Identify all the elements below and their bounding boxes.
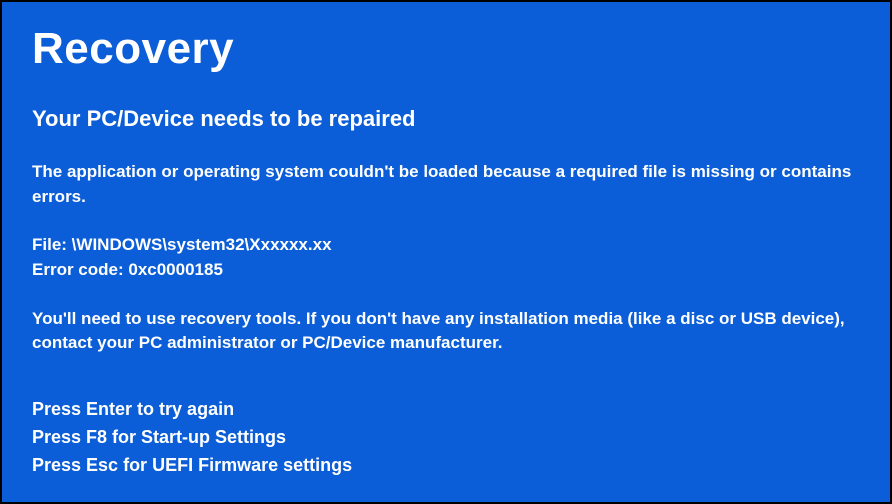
action-enter: Press Enter to try again — [32, 396, 860, 424]
error-code: 0xc0000185 — [128, 260, 223, 279]
file-path: \WINDOWS\system32\Xxxxxx.xx — [72, 235, 332, 254]
error-label: Error code: — [32, 260, 128, 279]
recovery-subtitle: Your PC/Device needs to be repaired — [32, 106, 860, 132]
recovery-instruction: You'll need to use recovery tools. If yo… — [32, 307, 860, 356]
file-label: File: — [32, 235, 72, 254]
error-code-line: Error code: 0xc0000185 — [32, 258, 860, 283]
file-line: File: \WINDOWS\system32\Xxxxxx.xx — [32, 233, 860, 258]
recovery-title: Recovery — [32, 24, 860, 74]
action-esc: Press Esc for UEFI Firmware settings — [32, 452, 860, 480]
error-message: The application or operating system coul… — [32, 160, 852, 209]
action-f8: Press F8 for Start-up Settings — [32, 424, 860, 452]
